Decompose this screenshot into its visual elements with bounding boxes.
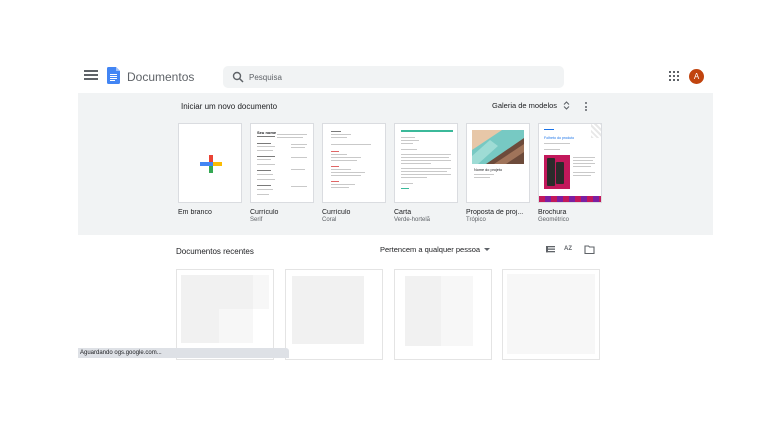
template-name: Currículo <box>322 209 351 216</box>
recent-document-card[interactable] <box>285 269 383 360</box>
browser-status-bar: Aguardando ogs.google.com... <box>78 348 289 358</box>
search-icon[interactable] <box>232 71 244 83</box>
template-name: Carta <box>394 209 412 216</box>
template-resume-coral[interactable]: Currículo Coral <box>322 123 386 223</box>
sort-az-icon[interactable]: AZ <box>564 244 575 255</box>
tropic-cover-image <box>472 130 524 164</box>
template-name: Currículo <box>250 209 279 216</box>
template-subtitle: Serif <box>250 217 263 223</box>
account-avatar[interactable]: A <box>689 69 704 84</box>
owner-filter-label: Pertencem a qualquer pessoa <box>380 245 481 254</box>
list-view-icon[interactable] <box>545 244 556 255</box>
app-title[interactable]: Documentos <box>127 70 194 84</box>
template-subtitle: Trópico <box>466 217 486 223</box>
docs-home: Documentos A Iniciar um novo documento G… <box>78 60 713 360</box>
google-apps-icon[interactable] <box>669 71 679 81</box>
template-letter-mint[interactable]: Carta Verde-hortelã <box>394 123 458 223</box>
folder-picker-icon[interactable] <box>584 244 595 255</box>
docs-logo-icon[interactable] <box>107 67 120 84</box>
template-subtitle: Geométrico <box>538 217 570 223</box>
main-menu-icon[interactable] <box>84 68 98 82</box>
recent-document-card[interactable] <box>502 269 600 360</box>
template-thumbnail[interactable] <box>394 123 458 203</box>
template-thumbnail[interactable] <box>178 123 242 203</box>
template-thumbnail[interactable]: Nome do projeto <box>466 123 530 203</box>
template-gallery-section: Iniciar um novo documento Galeria de mod… <box>78 93 713 235</box>
unfold-icon <box>563 101 570 110</box>
template-brochure[interactable]: Folheto do produto Brochura Geométrico <box>538 123 602 223</box>
template-subtitle: Coral <box>322 217 337 223</box>
template-project-proposal[interactable]: Nome do projeto Proposta de proj... Tróp… <box>466 123 530 223</box>
top-bar: Documentos A <box>78 60 713 92</box>
template-gallery-label: Galeria de modelos <box>492 101 558 110</box>
template-blank[interactable]: Em branco <box>178 123 242 217</box>
template-thumbnail[interactable]: Folheto do produto <box>538 123 602 203</box>
caret-down-icon <box>484 248 491 251</box>
plus-icon <box>200 155 222 173</box>
recent-documents-title: Documentos recentes <box>176 247 254 256</box>
recent-document-card[interactable] <box>394 269 492 360</box>
template-name: Em branco <box>178 209 212 216</box>
template-resume-serif[interactable]: Seu nome Currículo Serif <box>250 123 314 223</box>
search-input[interactable] <box>249 69 549 85</box>
template-name: Brochura <box>538 209 567 216</box>
recent-document-card[interactable] <box>176 269 274 360</box>
more-options-icon[interactable] <box>584 101 588 112</box>
template-gallery-button[interactable]: Galeria de modelos <box>492 101 570 110</box>
template-thumb-heading: Seu nome <box>257 130 277 135</box>
search-bar[interactable] <box>223 66 564 88</box>
template-thumbnail[interactable] <box>322 123 386 203</box>
template-subtitle: Verde-hortelã <box>394 217 431 223</box>
owner-filter-dropdown[interactable]: Pertencem a qualquer pessoa <box>380 245 491 254</box>
template-name: Proposta de proj... <box>466 209 524 216</box>
start-new-document-title: Iniciar um novo documento <box>181 102 278 111</box>
template-thumb-heading: Nome do projeto <box>474 168 503 172</box>
template-thumbnail[interactable]: Seu nome <box>250 123 314 203</box>
template-thumb-heading: Folheto do produto <box>544 136 575 140</box>
